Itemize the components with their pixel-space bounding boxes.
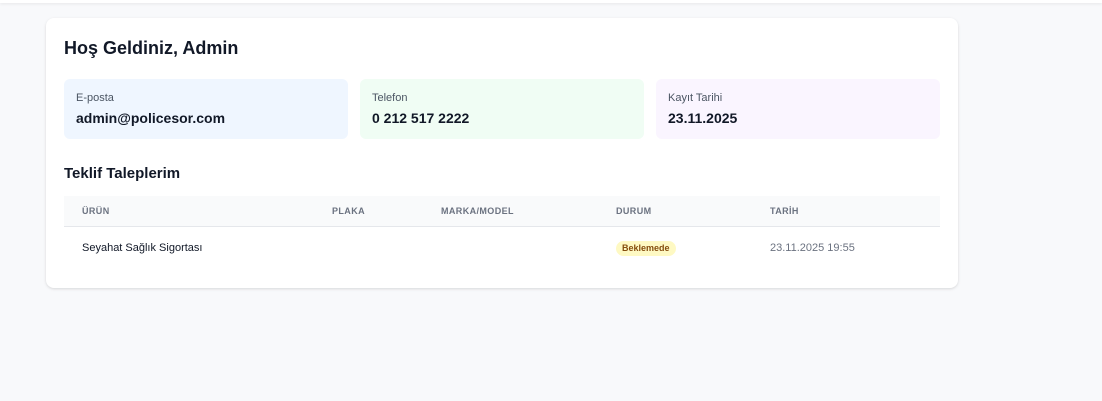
column-header-plate: PLAKA <box>332 206 365 216</box>
requests-section-title: Teklif Taleplerim <box>64 165 181 182</box>
registration-date-value: 23.11.2025 <box>668 110 738 126</box>
phone-label: Telefon <box>372 92 408 104</box>
email-label: E-posta <box>76 92 114 104</box>
table-row[interactable]: Seyahat Sağlık Sigortası Beklemede 23.11… <box>64 227 940 269</box>
profile-info-row: E-posta admin@policesor.com Telefon 0 21… <box>64 79 940 139</box>
column-header-product: ÜRÜN <box>82 206 110 216</box>
registration-date-label: Kayıt Tarihi <box>668 92 723 104</box>
status-badge: Beklemede <box>616 241 676 256</box>
email-value: admin@policesor.com <box>76 110 226 126</box>
column-header-brand-model: MARKA/MODEL <box>441 206 514 216</box>
requests-table: ÜRÜN PLAKA MARKA/MODEL DURUM TARİH Seyah… <box>64 196 940 269</box>
phone-info-box: Telefon 0 212 517 2222 <box>360 79 644 139</box>
email-info-box: E-posta admin@policesor.com <box>64 79 348 139</box>
phone-value: 0 212 517 2222 <box>372 110 470 126</box>
dashboard-card: Hoş Geldiniz, Admin E-posta admin@police… <box>46 18 958 288</box>
cell-product: Seyahat Sağlık Sigortası <box>82 242 203 254</box>
welcome-heading: Hoş Geldiniz, Admin <box>64 38 239 58</box>
column-header-status: DURUM <box>616 206 652 216</box>
column-header-date: TARİH <box>770 206 799 216</box>
registration-date-info-box: Kayıt Tarihi 23.11.2025 <box>656 79 940 139</box>
cell-date: 23.11.2025 19:55 <box>770 242 855 254</box>
top-nav-bar <box>0 0 1102 3</box>
table-header: ÜRÜN PLAKA MARKA/MODEL DURUM TARİH <box>64 196 940 227</box>
